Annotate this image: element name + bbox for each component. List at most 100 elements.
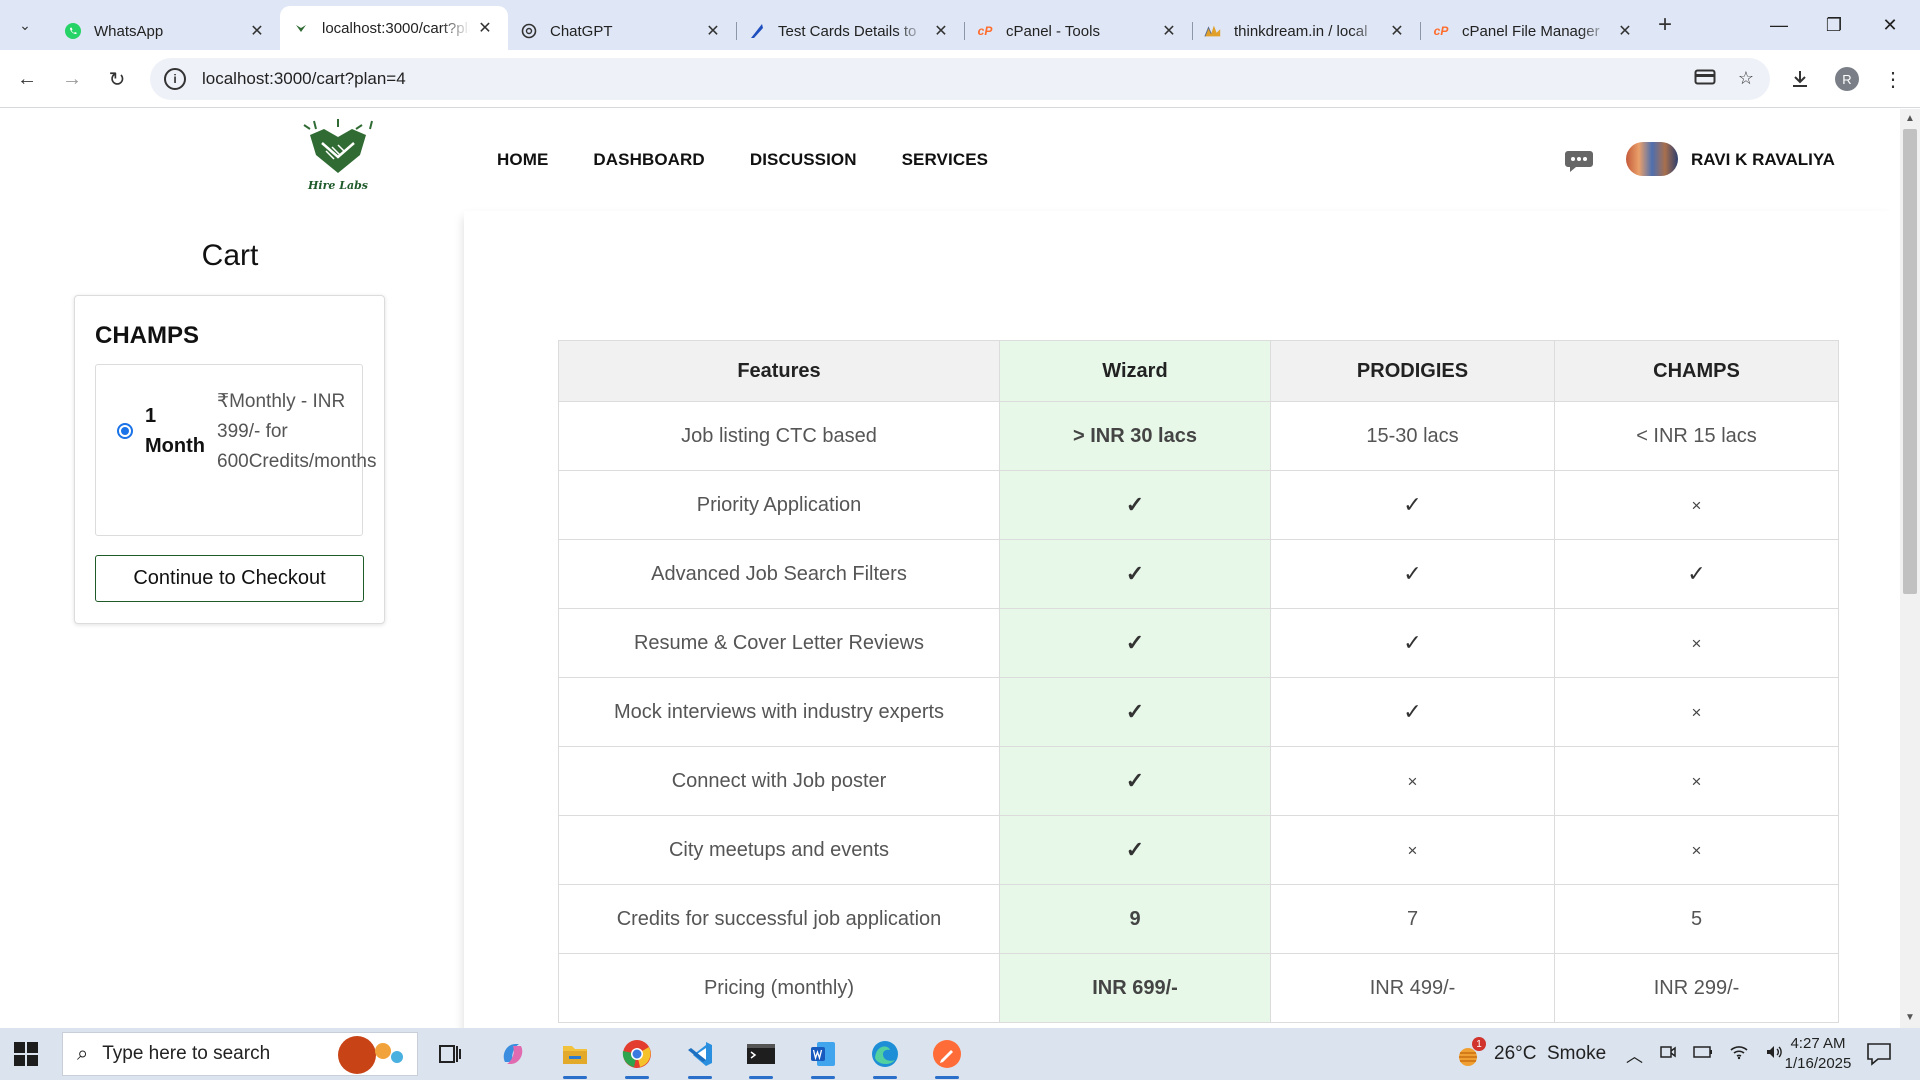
plan-features-table: Features Wizard PRODIGIES CHAMPS Job lis…: [558, 340, 1839, 1023]
plan-value-cell: ×: [1554, 815, 1839, 885]
browser-menu-icon[interactable]: ⋮: [1878, 64, 1908, 94]
download-icon[interactable]: [1785, 64, 1815, 94]
tab-cpanel-file-manager[interactable]: cP cPanel File Manager ✕: [1420, 12, 1648, 50]
plan-duration: 1 Month: [145, 405, 205, 457]
plan-value-cell: ✓: [1270, 539, 1555, 609]
restore-icon[interactable]: ❐: [1806, 0, 1862, 50]
tab-search-chevron-icon[interactable]: ⌄: [10, 10, 40, 40]
forward-arrow-icon[interactable]: →: [57, 64, 87, 94]
system-tray: ︿: [1626, 1028, 1785, 1080]
battery-icon[interactable]: [1693, 1044, 1713, 1064]
tab-cart[interactable]: localhost:3000/cart?plan=4 ✕: [280, 6, 508, 50]
cell-text: 15-30 lacs: [1366, 424, 1459, 447]
bookmark-star-icon[interactable]: ☆: [1738, 68, 1754, 91]
nav-discussion[interactable]: DISCUSSION: [750, 150, 857, 170]
tab-stripe[interactable]: Test Cards Details to ✕: [736, 12, 964, 50]
search-highlight-icon: [338, 1036, 403, 1074]
plan-value-cell: ✓: [1270, 677, 1555, 747]
terminal-icon[interactable]: [743, 1036, 779, 1079]
postman-icon[interactable]: [929, 1036, 965, 1079]
tab-whatsapp[interactable]: WhatsApp ✕: [52, 12, 280, 50]
tab-phpmyadmin[interactable]: thinkdream.in / local ✕: [1192, 12, 1420, 50]
close-tab-icon[interactable]: ✕: [932, 22, 950, 40]
check-mark-icon: ✓: [1403, 492, 1422, 517]
address-bar[interactable]: i localhost:3000/cart?plan=4 ☆: [150, 58, 1770, 100]
address-url[interactable]: localhost:3000/cart?plan=4: [202, 69, 406, 89]
weather-icon: 1: [1456, 1037, 1486, 1067]
meet-now-icon[interactable]: [1659, 1043, 1677, 1066]
tab-title: cPanel File Manager: [1462, 22, 1600, 40]
cell-text: > INR 30 lacs: [1073, 424, 1197, 447]
scrollbar-thumb[interactable]: [1903, 129, 1917, 594]
minimize-icon[interactable]: —: [1751, 0, 1807, 50]
card-icon[interactable]: [1694, 68, 1716, 91]
nav-dashboard[interactable]: DASHBOARD: [593, 150, 704, 170]
plan-value-cell: INR 299/-: [1554, 953, 1839, 1023]
nav-home[interactable]: HOME: [497, 150, 548, 170]
edge-icon[interactable]: [867, 1036, 903, 1079]
plan-value-cell: ✓: [1270, 470, 1555, 540]
plan-value-cell: ✓: [999, 470, 1271, 540]
wifi-icon[interactable]: [1729, 1044, 1749, 1065]
vscode-icon[interactable]: [682, 1036, 718, 1079]
table-header-row: Features Wizard PRODIGIES CHAMPS: [558, 340, 1839, 402]
tab-chatgpt[interactable]: ChatGPT ✕: [508, 12, 736, 50]
close-tab-icon[interactable]: ✕: [1616, 22, 1634, 40]
file-explorer-icon[interactable]: [557, 1036, 593, 1079]
continue-to-checkout-button[interactable]: Continue to Checkout: [95, 555, 364, 602]
table-row: Resume & Cover Letter Reviews ✓ ✓ ×: [558, 608, 1839, 678]
word-icon[interactable]: [805, 1036, 841, 1079]
main-nav: HOME DASHBOARD DISCUSSION SERVICES: [497, 150, 988, 170]
plan-radio[interactable]: [117, 423, 133, 439]
cell-text: INR 499/-: [1369, 976, 1456, 999]
new-tab-plus-icon[interactable]: +: [1650, 10, 1680, 40]
close-tab-icon[interactable]: ✕: [476, 19, 494, 37]
close-tab-icon[interactable]: ✕: [1388, 22, 1406, 40]
scroll-down-arrow-icon[interactable]: ▼: [1900, 1012, 1920, 1026]
close-tab-icon[interactable]: ✕: [704, 22, 722, 40]
close-tab-icon[interactable]: ✕: [248, 22, 266, 40]
show-hidden-icons-chevron-icon[interactable]: ︿: [1626, 1042, 1643, 1067]
chrome-icon[interactable]: [619, 1036, 655, 1079]
page-scrollbar[interactable]: ▲ ▼: [1900, 109, 1920, 1028]
check-mark-icon: ✓: [1125, 699, 1145, 724]
feature-name-cell: Credits for successful job application: [558, 884, 1000, 954]
cross-mark-icon: ×: [1691, 702, 1702, 722]
back-arrow-icon[interactable]: ←: [12, 64, 42, 94]
nav-services[interactable]: SERVICES: [902, 150, 988, 170]
chat-bubble-icon[interactable]: [1564, 149, 1594, 173]
plan-value-cell: INR 699/-: [999, 953, 1271, 1023]
tab-title: Test Cards Details to: [778, 22, 917, 40]
taskbar-search[interactable]: ⌕ Type here to search: [62, 1032, 418, 1076]
weather-widget[interactable]: 1 26°C Smoke: [1456, 1028, 1606, 1080]
close-tab-icon[interactable]: ✕: [1160, 22, 1178, 40]
task-view-icon[interactable]: [432, 1036, 468, 1072]
taskbar-clock[interactable]: 4:27 AM 1/16/2025: [1770, 1034, 1866, 1074]
plan-value-cell: ✓: [999, 815, 1271, 885]
plan-option[interactable]: 1 Month ₹Monthly - INR 399/- for 600Cred…: [95, 364, 376, 536]
handshake-logo-icon: [303, 119, 373, 173]
cell-text: < INR 15 lacs: [1636, 424, 1757, 447]
windows-taskbar: ⌕ Type here to search 1 26°C Smoke ︿ 4:2…: [0, 1028, 1920, 1080]
scroll-up-arrow-icon[interactable]: ▲: [1900, 113, 1920, 127]
copilot-icon[interactable]: [495, 1036, 531, 1072]
plan-value-cell: ✓: [999, 677, 1271, 747]
windows-start-icon[interactable]: [14, 1042, 38, 1066]
site-info-icon[interactable]: i: [164, 68, 186, 90]
tab-cpanel-tools[interactable]: cP cPanel - Tools ✕: [964, 12, 1192, 50]
plan-value-cell: < INR 15 lacs: [1554, 401, 1839, 471]
hirelabs-logo[interactable]: Hire Labs: [296, 119, 380, 197]
reload-icon[interactable]: ↻: [102, 64, 132, 94]
cell-text: 9: [1129, 907, 1141, 930]
close-window-icon[interactable]: ✕: [1862, 0, 1918, 50]
cell-text: Priority Application: [696, 493, 862, 516]
profile-avatar[interactable]: R: [1832, 64, 1862, 94]
feature-name-cell: Pricing (monthly): [558, 953, 1000, 1023]
user-name[interactable]: RAVI K RAVALIYA: [1691, 150, 1835, 170]
plan-value-cell: INR 499/-: [1270, 953, 1555, 1023]
table-row: City meetups and events ✓ × ×: [558, 815, 1839, 885]
cell-text: INR 299/-: [1653, 976, 1740, 999]
user-avatar[interactable]: [1626, 142, 1678, 176]
notifications-icon[interactable]: [1866, 1042, 1892, 1066]
cell-text: INR 699/-: [1092, 976, 1178, 999]
